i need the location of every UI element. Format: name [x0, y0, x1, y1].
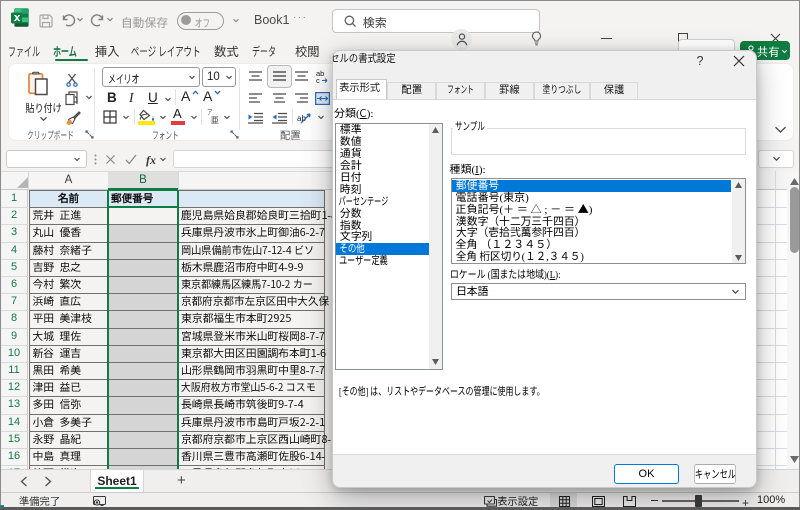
svg-text:c: c — [316, 76, 320, 83]
